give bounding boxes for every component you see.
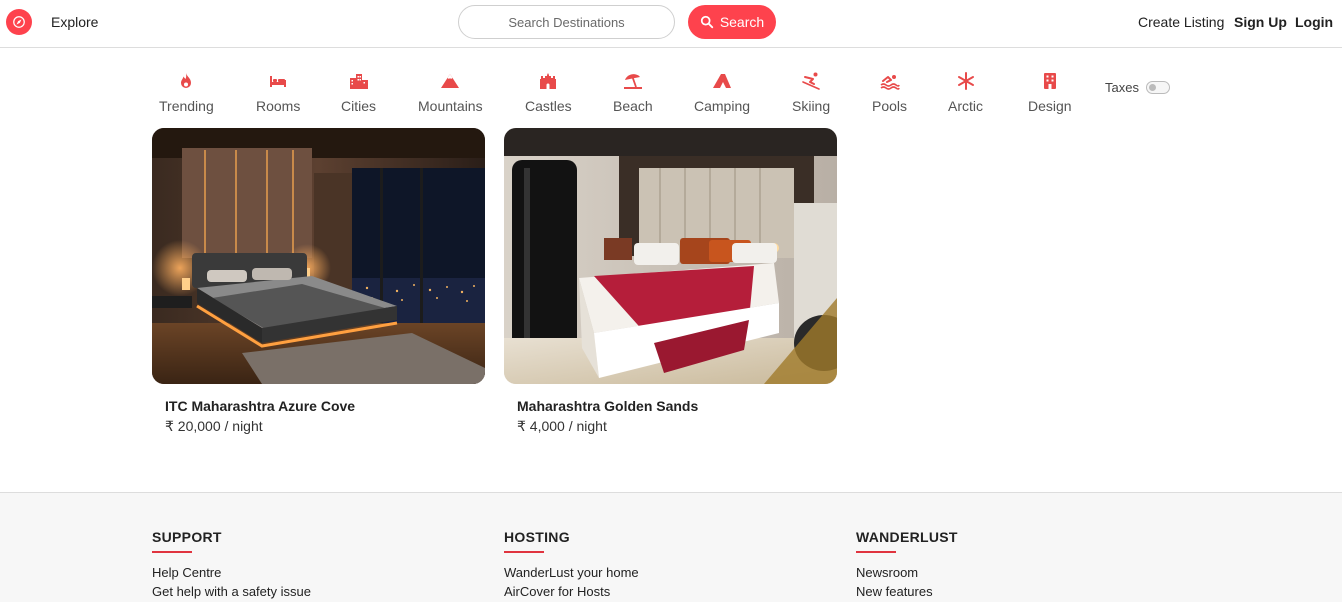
filter-label: Castles [525, 98, 572, 114]
footer: SUPPORT Help Centre Get help with a safe… [0, 492, 1342, 602]
filter-arctic[interactable]: Arctic [948, 70, 983, 114]
taxes-label: Taxes [1105, 80, 1139, 95]
sign-up-link[interactable]: Sign Up [1234, 14, 1287, 30]
snowflake-icon [955, 70, 977, 92]
filter-mountains[interactable]: Mountains [418, 70, 483, 114]
filter-label: Camping [694, 98, 751, 114]
filter-label: Mountains [418, 98, 483, 114]
footer-heading-underline [504, 551, 544, 553]
footer-column-support: SUPPORT Help Centre Get help with a safe… [152, 529, 311, 601]
filter-label: Arctic [948, 98, 983, 114]
filter-beach[interactable]: Beach [613, 70, 653, 114]
filter-cities[interactable]: Cities [341, 70, 376, 114]
footer-link-aircover[interactable]: AirCover for Hosts [504, 582, 639, 601]
taxes-toggle[interactable] [1146, 81, 1170, 94]
listing-card[interactable]: ITC Maharashtra Azure Cove ₹ 20,000 / ni… [152, 128, 485, 435]
footer-heading-underline [856, 551, 896, 553]
filter-castles[interactable]: Castles [525, 70, 572, 114]
umbrella-beach-icon [622, 70, 644, 92]
explore-link[interactable]: Explore [51, 14, 98, 30]
filter-label: Rooms [256, 98, 301, 114]
footer-heading-underline [152, 551, 192, 553]
listing-price: ₹ 4,000 / night [517, 418, 607, 434]
bed-icon [267, 70, 289, 92]
filter-label: Skiing [792, 98, 831, 114]
filter-label: Pools [872, 98, 908, 114]
listing-card[interactable]: Maharashtra Golden Sands ₹ 4,000 / night [504, 128, 837, 435]
filter-label: Design [1028, 98, 1072, 114]
filter-trending[interactable]: Trending [159, 70, 214, 114]
filter-camping[interactable]: Camping [694, 70, 750, 114]
listing-title: ITC Maharashtra Azure Cove [165, 398, 356, 414]
search-button[interactable]: Search [688, 5, 776, 39]
login-link[interactable]: Login [1295, 14, 1333, 30]
castle-icon [537, 70, 559, 92]
create-listing-link[interactable]: Create Listing [1138, 14, 1224, 30]
search-button-label: Search [719, 14, 765, 30]
navbar: Explore Search Create Listing Sign Up Lo… [0, 0, 1342, 48]
filter-label: Cities [341, 98, 377, 114]
city-icon [348, 70, 370, 92]
listing-title: Maharashtra Golden Sands [517, 398, 699, 414]
footer-column-hosting: HOSTING WanderLust your home AirCover fo… [504, 529, 639, 601]
filter-design[interactable]: Design [1028, 70, 1072, 114]
filter-skiing[interactable]: Skiing [792, 70, 830, 114]
listing-image[interactable] [504, 128, 837, 384]
filter-label: Beach [613, 98, 653, 114]
swimmer-icon [879, 70, 901, 92]
footer-heading: WANDERLUST [856, 529, 958, 545]
compass-icon[interactable] [6, 9, 32, 35]
footer-column-wanderlust: WANDERLUST Newsroom New features [856, 529, 958, 601]
footer-link-wanderlust-your-home[interactable]: WanderLust your home [504, 563, 639, 582]
footer-link-newsroom[interactable]: Newsroom [856, 563, 958, 582]
fire-icon [175, 70, 197, 92]
listing-price: ₹ 20,000 / night [165, 418, 263, 434]
skiing-icon [800, 70, 822, 92]
listing-image[interactable] [152, 128, 485, 384]
campground-icon [711, 70, 733, 92]
building-icon [1039, 70, 1061, 92]
footer-heading: HOSTING [504, 529, 570, 545]
footer-link-new-features[interactable]: New features [856, 582, 958, 601]
search-input[interactable] [458, 5, 675, 39]
mountain-icon [439, 70, 461, 92]
search-icon [700, 15, 714, 29]
filter-rooms[interactable]: Rooms [256, 70, 300, 114]
footer-link-help-centre[interactable]: Help Centre [152, 563, 311, 582]
toggle-knob [1149, 84, 1156, 91]
footer-link-safety-issue[interactable]: Get help with a safety issue [152, 582, 311, 601]
filter-pools[interactable]: Pools [872, 70, 907, 114]
footer-heading: SUPPORT [152, 529, 222, 545]
filter-label: Trending [159, 98, 214, 114]
